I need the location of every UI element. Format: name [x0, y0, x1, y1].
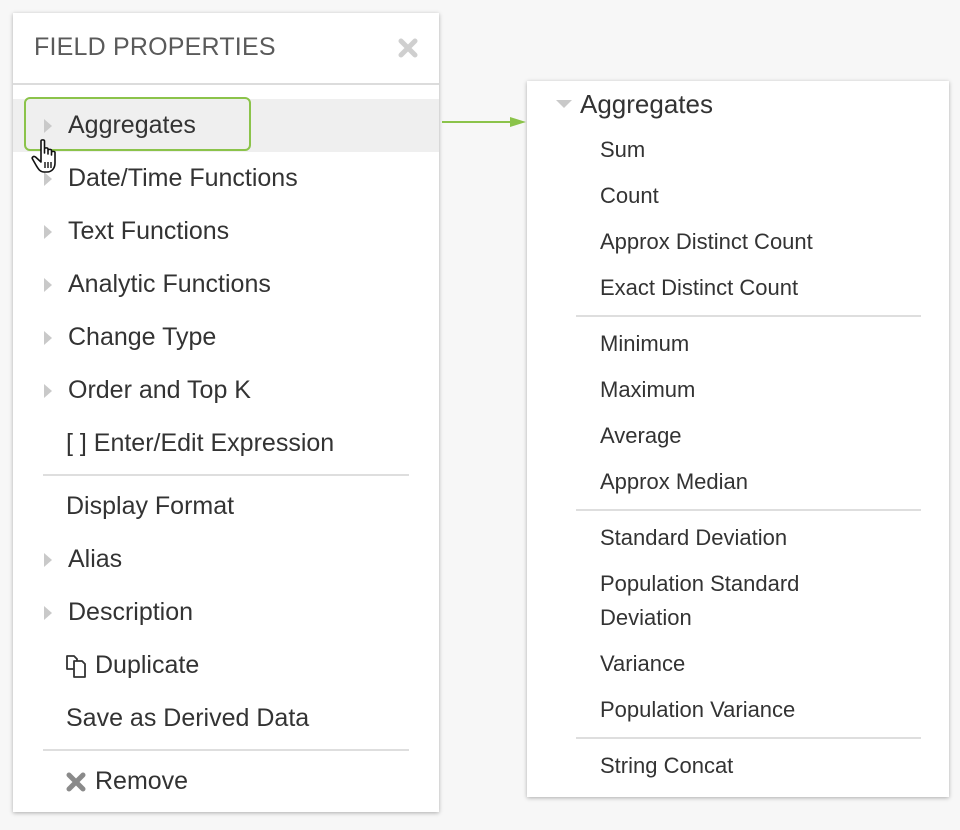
caret-right-icon	[44, 605, 52, 620]
menu-item-label: Duplicate	[95, 651, 200, 679]
duplicate-icon	[66, 654, 86, 678]
menu-item-label: Remove	[95, 767, 189, 795]
submenu-item-sum[interactable]: Sum	[527, 127, 840, 173]
caret-right-icon	[44, 330, 52, 345]
menu-item-duplicate[interactable]: Duplicate	[13, 639, 439, 692]
panel-title: FIELD PROPERTIES	[34, 33, 276, 61]
menu-item-text-functions[interactable]: Text Functions	[13, 205, 439, 258]
menu-item-change-type[interactable]: Change Type	[13, 311, 439, 364]
close-x-icon	[398, 38, 418, 58]
panel-header: FIELD PROPERTIES	[13, 13, 439, 85]
menu-item-save-as-derived-data[interactable]: Save as Derived Data	[13, 692, 439, 745]
menu-item-label: Date/Time Functions	[68, 164, 298, 192]
submenu-divider	[576, 315, 921, 317]
menu-item-enter-edit-expression[interactable]: [ ] Enter/Edit Expression	[13, 417, 439, 470]
menu-item-date-time-functions[interactable]: Date/Time Functions	[13, 152, 439, 205]
menu-item-order-and-top-k[interactable]: Order and Top K	[13, 364, 439, 417]
submenu-header[interactable]: Aggregates	[527, 81, 949, 127]
menu-item-alias[interactable]: Alias	[13, 533, 439, 586]
caret-down-icon	[556, 100, 572, 108]
menu-item-label: Aggregates	[68, 111, 196, 139]
menu-divider	[43, 749, 409, 751]
submenu-item-average[interactable]: Average	[527, 413, 840, 459]
submenu-item-count[interactable]: Count	[527, 173, 840, 219]
menu-item-display-format[interactable]: Display Format	[13, 480, 439, 533]
submenu-item-string-concat[interactable]: String Concat	[527, 743, 840, 789]
menu-item-label: Order and Top K	[68, 376, 251, 404]
hand-pointer-cursor-icon	[31, 139, 56, 173]
menu-item-label: Analytic Functions	[68, 270, 271, 298]
aggregates-submenu: Aggregates Sum Count Approx Distinct Cou…	[527, 81, 949, 797]
connector-arrow-icon	[442, 117, 526, 127]
submenu-list: Sum Count Approx Distinct Count Exact Di…	[527, 127, 949, 789]
submenu-title: Aggregates	[580, 89, 713, 119]
submenu-item-minimum[interactable]: Minimum	[527, 321, 840, 367]
submenu-divider	[576, 509, 921, 511]
submenu-item-population-standard-deviation[interactable]: Population Standard Deviation	[527, 561, 840, 641]
submenu-item-standard-deviation[interactable]: Standard Deviation	[527, 515, 840, 561]
menu-item-label: Alias	[68, 545, 123, 573]
submenu-item-maximum[interactable]: Maximum	[527, 367, 840, 413]
submenu-item-exact-distinct-count[interactable]: Exact Distinct Count	[527, 265, 840, 311]
submenu-item-variance[interactable]: Variance	[527, 641, 840, 687]
submenu-item-approx-median[interactable]: Approx Median	[527, 459, 840, 505]
menu-item-label: Text Functions	[68, 217, 230, 245]
submenu-divider	[576, 737, 921, 739]
menu-item-label: Description	[68, 598, 194, 626]
menu-item-aggregates[interactable]: Aggregates	[13, 99, 439, 152]
field-properties-panel: FIELD PROPERTIES Aggregates Date/Time Fu…	[13, 13, 439, 812]
caret-right-icon	[44, 552, 52, 567]
menu-item-analytic-functions[interactable]: Analytic Functions	[13, 258, 439, 311]
caret-right-icon	[44, 277, 52, 292]
menu-divider	[43, 474, 409, 476]
menu-item-label: [ ] Enter/Edit Expression	[66, 429, 335, 457]
menu-item-remove[interactable]: Remove	[13, 755, 439, 808]
menu-item-description[interactable]: Description	[13, 586, 439, 639]
menu-item-label: Change Type	[68, 323, 217, 351]
submenu-item-approx-distinct-count[interactable]: Approx Distinct Count	[527, 219, 840, 265]
submenu-item-population-variance[interactable]: Population Variance	[527, 687, 840, 733]
caret-right-icon	[44, 383, 52, 398]
menu-item-label: Save as Derived Data	[66, 704, 310, 732]
caret-right-icon	[44, 118, 52, 133]
remove-x-icon	[66, 772, 86, 791]
caret-right-icon	[44, 224, 52, 239]
menu-item-label: Display Format	[66, 492, 235, 520]
close-button[interactable]	[397, 37, 419, 59]
field-properties-menu: Aggregates Date/Time Functions Text Func…	[13, 99, 439, 808]
